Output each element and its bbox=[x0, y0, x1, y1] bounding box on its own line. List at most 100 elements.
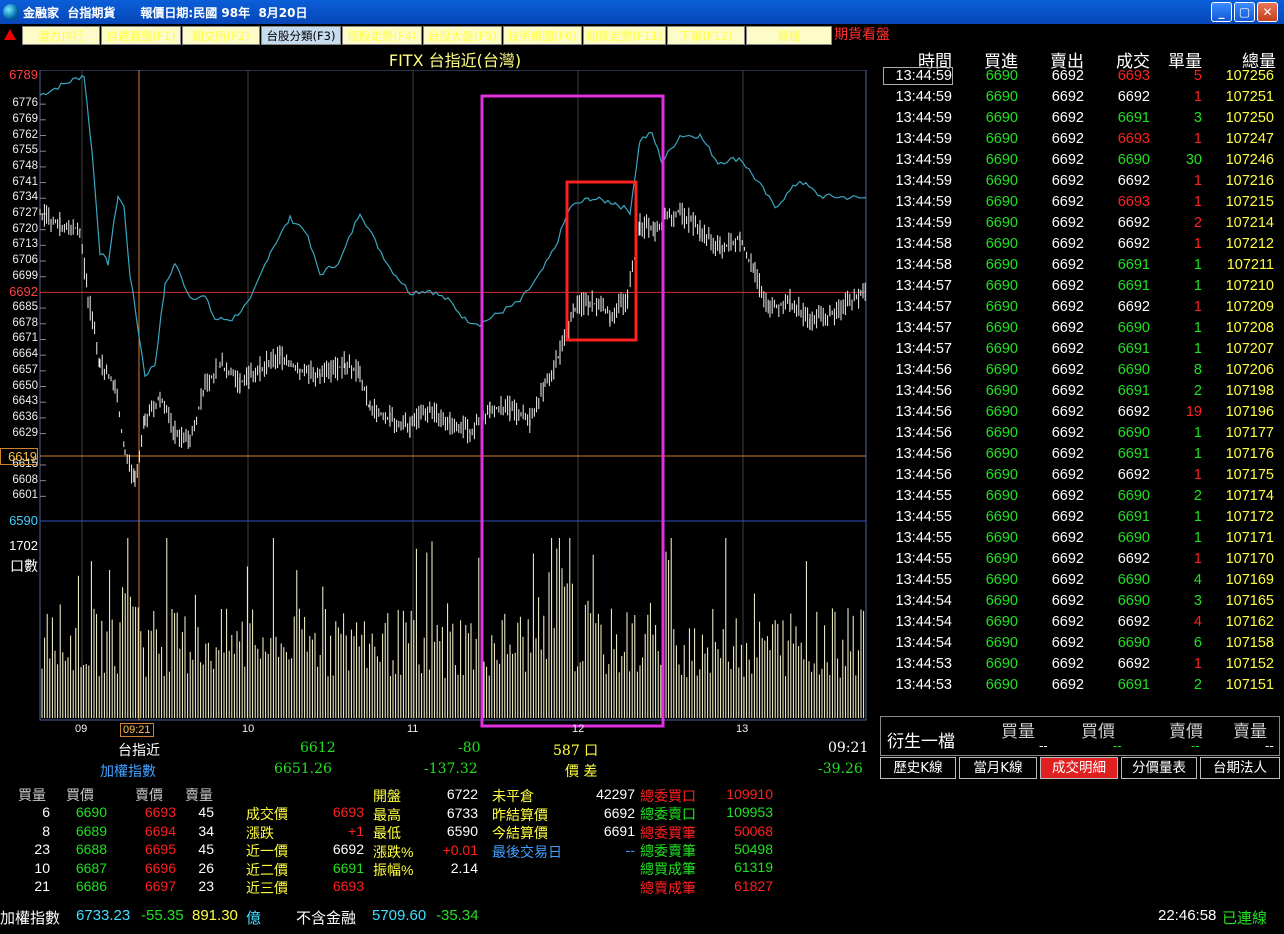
tick-time: 13:44:59 bbox=[895, 152, 952, 168]
quote-value: 50068 bbox=[734, 822, 773, 839]
tick-bid: 6690 bbox=[985, 89, 1018, 105]
tick-bid: 6690 bbox=[985, 362, 1018, 378]
quote-value: +1 bbox=[348, 822, 364, 839]
status-bar: 加權指數 6733.23 -55.35 891.30 億 不含金融 5709.6… bbox=[0, 903, 1284, 934]
tab-0[interactable]: 潛力排行 bbox=[22, 26, 100, 45]
tick-row[interactable]: 13:44:57 6690 6692 6691 1 107207 bbox=[880, 340, 1280, 361]
tick-row[interactable]: 13:44:55 6690 6692 6691 1 107172 bbox=[880, 508, 1280, 529]
quote-value: 6692 bbox=[603, 804, 635, 821]
tick-bid: 6690 bbox=[985, 299, 1018, 315]
tick-row[interactable]: 13:44:56 6690 6692 6692 19 107196 bbox=[880, 403, 1280, 424]
tab-5[interactable]: 台股大盤(F5) bbox=[423, 26, 502, 45]
tick-time: 13:44:55 bbox=[895, 509, 952, 525]
app-globe-icon bbox=[3, 4, 19, 20]
tick-bid: 6690 bbox=[985, 68, 1018, 84]
detail-tab-3[interactable]: 分價量表 bbox=[1121, 757, 1197, 779]
tab-8[interactable]: 下單(F12) bbox=[667, 26, 745, 45]
minimize-button[interactable]: _ bbox=[1211, 2, 1232, 22]
tick-ask: 6692 bbox=[1051, 467, 1084, 483]
depth-header: 買價 bbox=[66, 787, 94, 803]
maximize-button[interactable]: ▢ bbox=[1234, 2, 1255, 22]
tab-9[interactable]: 興櫃 bbox=[746, 26, 832, 45]
quote-label: 最低 bbox=[373, 825, 401, 841]
tick-qty: 2 bbox=[1193, 215, 1202, 231]
tick-trade: 6692 bbox=[1117, 404, 1150, 420]
tick-time: 13:44:54 bbox=[895, 614, 952, 630]
tick-row[interactable]: 13:44:59 6690 6692 6691 3 107250 bbox=[880, 109, 1280, 130]
tick-total: 107169 bbox=[1225, 572, 1274, 588]
tick-row[interactable]: 13:44:59 6690 6692 6693 1 107247 bbox=[880, 130, 1280, 151]
detail-tab-1[interactable]: 當月K線 bbox=[959, 757, 1037, 779]
tick-row[interactable]: 13:44:55 6690 6692 6690 1 107171 bbox=[880, 529, 1280, 550]
tick-bid: 6690 bbox=[985, 509, 1018, 525]
tick-row[interactable]: 13:44:53 6690 6692 6692 1 107152 bbox=[880, 655, 1280, 676]
tick-row[interactable]: 13:44:59 6690 6692 6692 2 107214 bbox=[880, 214, 1280, 235]
tick-row[interactable]: 13:44:54 6690 6692 6690 6 107158 bbox=[880, 634, 1280, 655]
tab-3[interactable]: 台股分類(F3) bbox=[261, 26, 341, 45]
tick-ask: 6692 bbox=[1051, 131, 1084, 147]
tick-row[interactable]: 13:44:53 6690 6692 6691 2 107151 bbox=[880, 676, 1280, 697]
tick-row[interactable]: 13:44:56 6690 6692 6692 1 107175 bbox=[880, 466, 1280, 487]
index-name: 加權指數 bbox=[100, 764, 156, 780]
close-button[interactable]: ✕ bbox=[1257, 2, 1278, 22]
tick-time: 13:44:57 bbox=[895, 341, 952, 357]
price-axis-label: 6727 bbox=[12, 207, 38, 219]
tab-7[interactable]: 期貨走勢(F11) bbox=[583, 26, 666, 45]
tick-row[interactable]: 13:44:58 6690 6692 6692 1 107212 bbox=[880, 235, 1280, 256]
tick-row[interactable]: 13:44:56 6690 6692 6690 8 107206 bbox=[880, 361, 1280, 382]
tick-total: 107177 bbox=[1225, 425, 1274, 441]
tick-row[interactable]: 13:44:54 6690 6692 6692 4 107162 bbox=[880, 613, 1280, 634]
tick-row[interactable]: 13:44:59 6690 6692 6693 1 107215 bbox=[880, 193, 1280, 214]
tick-row[interactable]: 13:44:57 6690 6692 6692 1 107209 bbox=[880, 298, 1280, 319]
detail-tab-4[interactable]: 台期法人 bbox=[1200, 757, 1280, 779]
tick-row[interactable]: 13:44:57 6690 6692 6691 1 107210 bbox=[880, 277, 1280, 298]
tick-row[interactable]: 13:44:55 6690 6692 6690 2 107174 bbox=[880, 487, 1280, 508]
tick-qty: 1 bbox=[1193, 173, 1202, 189]
tab-2[interactable]: 期交所(F2) bbox=[182, 26, 260, 45]
tick-row[interactable]: 13:44:56 6690 6692 6690 1 107177 bbox=[880, 424, 1280, 445]
tick-time: 13:44:58 bbox=[895, 236, 952, 252]
depth-header: 賣量 bbox=[185, 787, 213, 803]
tick-row[interactable]: 13:44:54 6690 6692 6690 3 107165 bbox=[880, 592, 1280, 613]
tick-bid: 6690 bbox=[985, 152, 1018, 168]
tick-bid: 6690 bbox=[985, 215, 1018, 231]
tick-bid: 6690 bbox=[985, 320, 1018, 336]
tab-futures-watch[interactable]: 期貨看盤 bbox=[834, 26, 890, 45]
tick-row[interactable]: 13:44:55 6690 6692 6690 4 107169 bbox=[880, 571, 1280, 592]
tick-trade: 6692 bbox=[1117, 215, 1150, 231]
tab-4[interactable]: 個股走勢(F4) bbox=[342, 26, 422, 45]
tick-row[interactable]: 13:44:59 6690 6692 6692 1 107216 bbox=[880, 172, 1280, 193]
tick-ask: 6692 bbox=[1051, 257, 1084, 273]
tick-qty: 3 bbox=[1193, 110, 1202, 126]
tick-row[interactable]: 13:44:56 6690 6692 6691 2 107198 bbox=[880, 382, 1280, 403]
tick-trade: 6690 bbox=[1117, 152, 1150, 168]
tick-row[interactable]: 13:44:58 6690 6692 6691 1 107211 bbox=[880, 256, 1280, 277]
tick-total: 107174 bbox=[1225, 488, 1274, 504]
tab-1[interactable]: 自選看盤(F1) bbox=[101, 26, 181, 45]
tick-trade: 6692 bbox=[1117, 551, 1150, 567]
depth-cell: 6695 bbox=[144, 841, 176, 857]
tick-row[interactable]: 13:44:55 6690 6692 6692 1 107170 bbox=[880, 550, 1280, 571]
deriv-sell-qty: -- bbox=[1265, 739, 1274, 753]
tick-qty: 1 bbox=[1193, 467, 1202, 483]
tick-total: 107250 bbox=[1225, 110, 1274, 126]
tick-time: 13:44:55 bbox=[895, 551, 952, 567]
tick-row[interactable]: 13:44:59 6690 6692 6692 1 107251 bbox=[880, 88, 1280, 109]
up-arrow-icon[interactable] bbox=[4, 29, 16, 40]
tick-row[interactable]: 13:44:59 6690 6692 6693 5 107256 bbox=[880, 67, 1280, 88]
tick-row[interactable]: 13:44:57 6690 6692 6690 1 107208 bbox=[880, 319, 1280, 340]
quote-label: 振幅% bbox=[373, 862, 414, 878]
price-axis-label: 6734 bbox=[12, 191, 38, 203]
detail-tab-0[interactable]: 歷史K線 bbox=[880, 757, 956, 779]
tab-6[interactable]: 技術線圖(F6) bbox=[503, 26, 582, 45]
tick-trade: 6692 bbox=[1117, 656, 1150, 672]
price-axis-label: 6776 bbox=[12, 97, 38, 109]
tick-row[interactable]: 13:44:59 6690 6692 6690 30 107246 bbox=[880, 151, 1280, 172]
tick-qty: 1 bbox=[1193, 446, 1202, 462]
tick-total: 107251 bbox=[1225, 89, 1274, 105]
tick-row[interactable]: 13:44:56 6690 6692 6691 1 107176 bbox=[880, 445, 1280, 466]
tick-qty: 1 bbox=[1193, 425, 1202, 441]
detail-tab-2[interactable]: 成交明細 bbox=[1040, 757, 1118, 779]
tick-qty: 1 bbox=[1193, 341, 1202, 357]
tick-qty: 1 bbox=[1193, 299, 1202, 315]
